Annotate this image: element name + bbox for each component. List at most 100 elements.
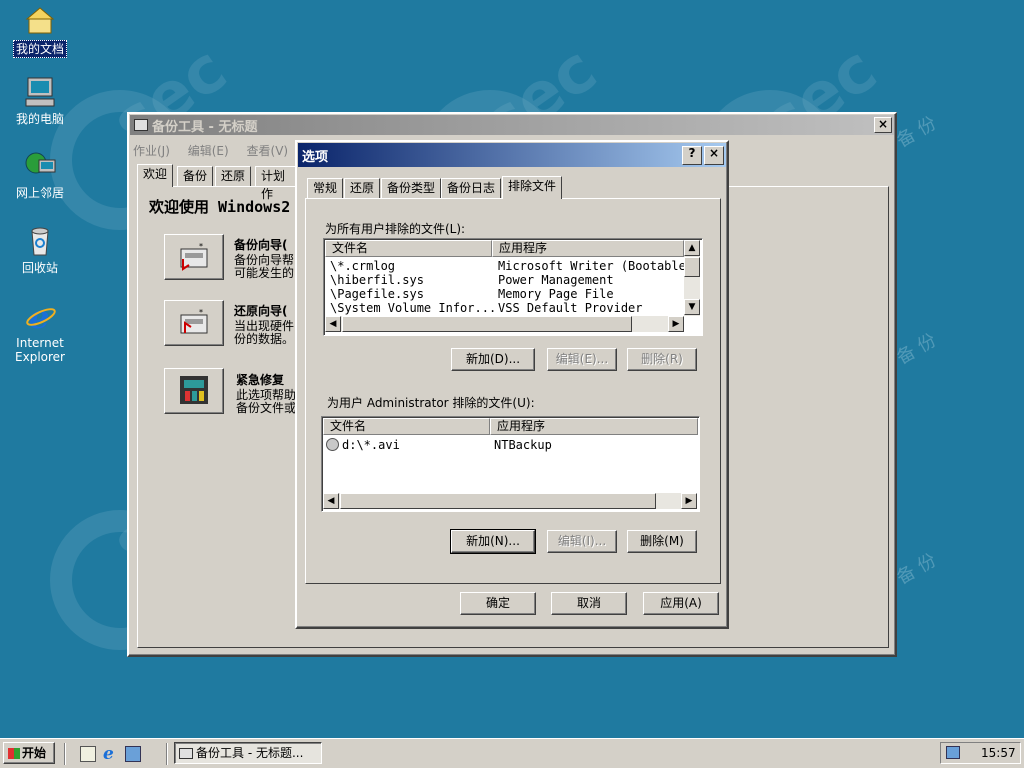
user-list[interactable]: 文件名 应用程序 d:\*.avi NTBackup ◀ ▶: [321, 416, 700, 512]
edit-user-button[interactable]: 编辑(I)...: [547, 530, 617, 553]
add-all-users-button[interactable]: 新加(D)...: [451, 348, 535, 371]
backup-wizard-icon: *: [180, 242, 208, 271]
backup-app-icon: [179, 748, 193, 759]
column-header-filename[interactable]: 文件名: [323, 418, 490, 435]
menu-bar: 作业(J) 编辑(E) 查看(V): [133, 142, 288, 160]
emergency-repair-desc: 备份文件或: [236, 401, 297, 415]
all-users-list[interactable]: 文件名 应用程序 \*.crmlog Microsoft Writer (Boot…: [323, 238, 703, 336]
scroll-left-button[interactable]: ◀: [325, 316, 341, 332]
restore-wizard-icon: *: [180, 308, 208, 334]
tab-backup-type[interactable]: 备份类型: [381, 178, 442, 198]
emergency-repair-button[interactable]: [164, 368, 224, 414]
quick-launch-desktop-icon[interactable]: [80, 746, 96, 762]
horizontal-scrollbar[interactable]: ◀ ▶: [325, 316, 684, 332]
tab-backup[interactable]: 备份: [177, 166, 214, 186]
arrow-down-icon: ▼: [688, 302, 696, 312]
close-icon: ×: [877, 117, 889, 131]
recycle-bin-icon: [23, 225, 57, 257]
column-header-filename[interactable]: 文件名: [325, 240, 492, 257]
delete-user-button[interactable]: 删除(M): [627, 530, 697, 553]
taskbar-task-backup[interactable]: 备份工具 - 无标题...: [174, 742, 322, 764]
backup-wizard-button[interactable]: *: [164, 234, 224, 280]
list-item[interactable]: \*.crmlog Microsoft Writer (Bootable: [330, 259, 686, 273]
menu-item-job[interactable]: 作业(J): [133, 144, 170, 158]
scroll-right-button[interactable]: ▶: [681, 493, 697, 509]
tab-backup-log[interactable]: 备份日志: [441, 178, 502, 198]
list-item[interactable]: \hiberfil.sys Power Management: [330, 273, 680, 287]
options-dialog[interactable]: 选项 ? × 常规 还原 备份类型 备份日志 排除文件 为所有用户排除的文件(L…: [295, 140, 729, 629]
network-icon: [23, 150, 57, 182]
scroll-down-button[interactable]: ▼: [684, 299, 700, 315]
desktop-icon-internet-explorer[interactable]: e Internet Explorer: [2, 298, 78, 365]
apply-button[interactable]: 应用(A): [643, 592, 719, 615]
close-button[interactable]: ×: [704, 146, 724, 165]
tab-restore[interactable]: 还原: [215, 166, 252, 186]
backup-app-icon: [134, 119, 148, 131]
scroll-thumb[interactable]: [684, 257, 700, 277]
clock[interactable]: 15:57: [981, 746, 1016, 760]
delete-all-users-button[interactable]: 删除(R): [627, 348, 697, 371]
ok-button[interactable]: 确定: [460, 592, 536, 615]
options-dialog-titlebar[interactable]: 选项: [298, 143, 726, 167]
system-tray: 15:57: [940, 742, 1021, 764]
scroll-thumb[interactable]: [342, 316, 632, 332]
menu-item-edit[interactable]: 编辑(E): [188, 144, 229, 158]
tab-general[interactable]: 常规: [307, 178, 344, 198]
quick-launch-ie-icon[interactable]: e: [103, 744, 114, 764]
arrow-left-icon: ◀: [329, 319, 337, 329]
taskbar: 开始 e 备份工具 - 无标题... 15:57: [0, 738, 1024, 768]
folder-icon: [23, 5, 57, 37]
close-icon: ×: [708, 146, 720, 160]
emergency-repair-icon: [180, 376, 208, 404]
scroll-right-button[interactable]: ▶: [668, 316, 684, 332]
tab-restore[interactable]: 还原: [344, 178, 381, 198]
close-button[interactable]: ×: [874, 117, 892, 133]
backup-tabs: 欢迎 备份 还原 计划作: [137, 164, 297, 201]
arrow-right-icon: ▶: [685, 496, 693, 506]
start-button[interactable]: 开始: [3, 742, 55, 764]
desktop-icon-recycle-bin[interactable]: 回收站: [2, 225, 78, 276]
tab-welcome[interactable]: 欢迎: [137, 164, 174, 187]
backup-wizard-desc: 可能发生的: [234, 266, 295, 280]
list-item[interactable]: \Pagefile.sys Memory Page File: [330, 287, 680, 301]
svg-text:*: *: [199, 308, 203, 317]
all-users-label: 为所有用户排除的文件(L):: [325, 222, 466, 236]
edit-all-users-button[interactable]: 编辑(E)...: [547, 348, 617, 371]
watermark-sub: 备 份: [893, 549, 940, 589]
watermark-sub: 备 份: [893, 329, 940, 369]
svg-text:*: *: [199, 242, 203, 251]
restore-wizard-desc: 份的数据。: [234, 332, 295, 346]
list-item[interactable]: d:\*.avi NTBackup: [326, 438, 686, 452]
desktop-icon-network[interactable]: 网上邻居: [2, 150, 78, 201]
arrow-up-icon: ▲: [688, 243, 696, 253]
scroll-up-button[interactable]: ▲: [684, 240, 700, 256]
scroll-thumb[interactable]: [340, 493, 656, 509]
vertical-scrollbar[interactable]: ▲ ▼: [684, 240, 700, 316]
quick-launch-outlook-icon[interactable]: [125, 746, 141, 762]
taskbar-divider: [166, 743, 168, 765]
computer-icon: [23, 76, 57, 108]
horizontal-scrollbar[interactable]: ◀ ▶: [323, 493, 697, 509]
desktop-icon-my-documents[interactable]: 我的文档: [2, 5, 78, 58]
network-status-icon[interactable]: [946, 746, 960, 759]
tab-exclude-files[interactable]: 排除文件: [502, 176, 563, 199]
menu-item-view[interactable]: 查看(V): [247, 144, 289, 158]
column-header-application[interactable]: 应用程序: [492, 240, 684, 257]
help-button[interactable]: ?: [682, 146, 702, 165]
welcome-heading: 欢迎使用 Windows2: [149, 198, 291, 216]
scroll-left-button[interactable]: ◀: [323, 493, 339, 509]
backup-window-titlebar[interactable]: 备份工具 - 无标题: [130, 115, 894, 135]
cancel-button[interactable]: 取消: [551, 592, 627, 615]
restore-wizard-button[interactable]: *: [164, 300, 224, 346]
options-tabs: 常规 还原 备份类型 备份日志 排除文件: [307, 176, 567, 200]
help-icon: ?: [688, 146, 696, 160]
column-header-application[interactable]: 应用程序: [490, 418, 698, 435]
list-item[interactable]: \System Volume Infor... VSS Default Provi…: [330, 301, 680, 315]
add-user-button[interactable]: 新加(N)...: [450, 529, 536, 554]
arrow-right-icon: ▶: [672, 319, 680, 329]
tab-schedule[interactable]: 计划作: [255, 166, 297, 201]
internet-explorer-icon: e: [23, 298, 57, 336]
user-label: 为用户 Administrator 排除的文件(U):: [327, 396, 535, 410]
file-icon: [326, 438, 339, 451]
desktop-icon-my-computer[interactable]: 我的电脑: [2, 76, 78, 127]
